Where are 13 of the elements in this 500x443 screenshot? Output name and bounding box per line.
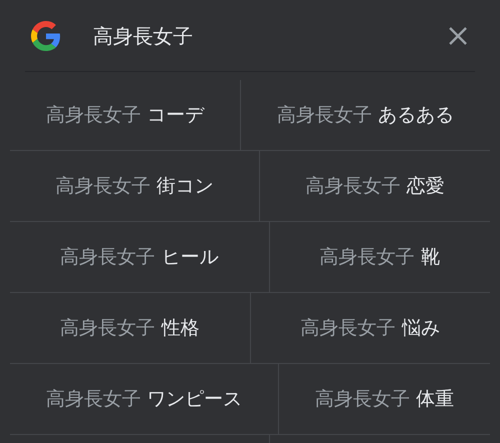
suggestion-chip[interactable]: 高身長女子 靴 xyxy=(268,222,490,292)
suggestion-chip[interactable]: 高身長女子 あるある xyxy=(240,80,490,150)
suggestion-chip[interactable]: 高身長女子 体重 xyxy=(278,364,490,434)
suggestion-chip[interactable]: 高身長女子 ワンピース xyxy=(10,364,278,434)
suggestion-chip[interactable]: 高身長女子 恋愛 xyxy=(259,151,490,221)
suggestion-chip[interactable]: 高身長女子 ヒール xyxy=(10,222,268,292)
suggestion-chip[interactable]: 高身長女子 悩み xyxy=(250,293,490,363)
suggestion-chip[interactable]: 高身長女子 性格 xyxy=(10,293,250,363)
suggestion-chip[interactable]: 高身長女子 街コン xyxy=(10,151,259,221)
close-button[interactable] xyxy=(449,26,467,44)
suggestion-chip[interactable]: 高身長女子 コーデ xyxy=(10,80,240,150)
search-query[interactable]: 高身長女子 xyxy=(93,20,193,50)
google-logo-icon xyxy=(31,20,61,50)
